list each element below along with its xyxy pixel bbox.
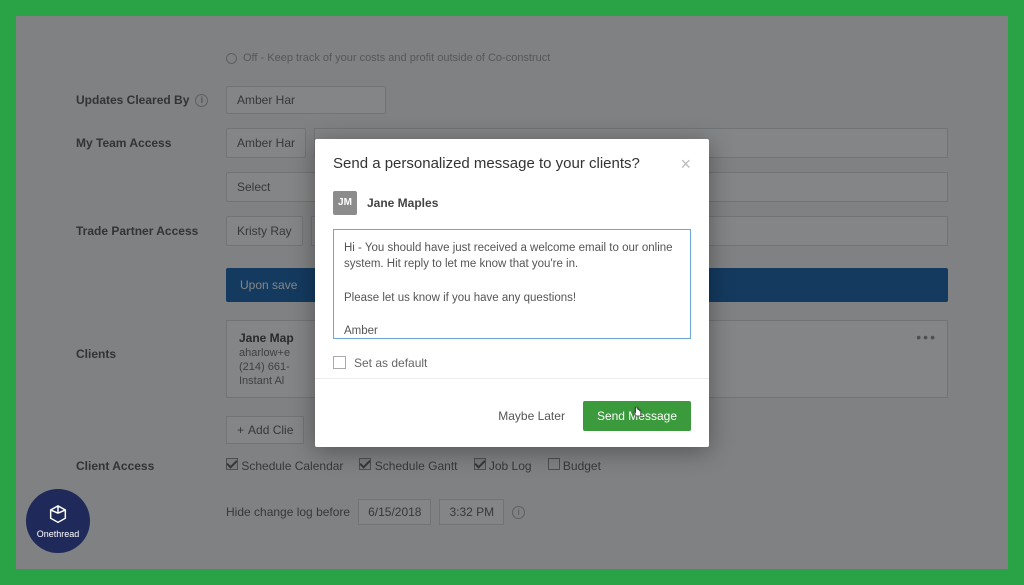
message-textarea[interactable] <box>333 229 691 339</box>
recipient-row: JM Jane Maples <box>333 191 691 215</box>
avatar: JM <box>333 191 357 215</box>
send-message-modal: Send a personalized message to your clie… <box>315 139 709 447</box>
close-icon[interactable]: × <box>680 155 691 173</box>
send-message-label: Send Message <box>597 409 677 423</box>
brand-badge: Onethread <box>26 489 90 553</box>
modal-title: Send a personalized message to your clie… <box>333 155 640 172</box>
brand-name: Onethread <box>37 529 80 539</box>
recipient-name: Jane Maples <box>367 196 438 210</box>
set-default-checkbox[interactable] <box>333 356 346 369</box>
set-default-label: Set as default <box>354 356 427 370</box>
cube-icon <box>47 504 69 526</box>
maybe-later-button[interactable]: Maybe Later <box>494 403 569 429</box>
divider <box>315 378 709 379</box>
send-message-button[interactable]: Send Message <box>583 401 691 431</box>
